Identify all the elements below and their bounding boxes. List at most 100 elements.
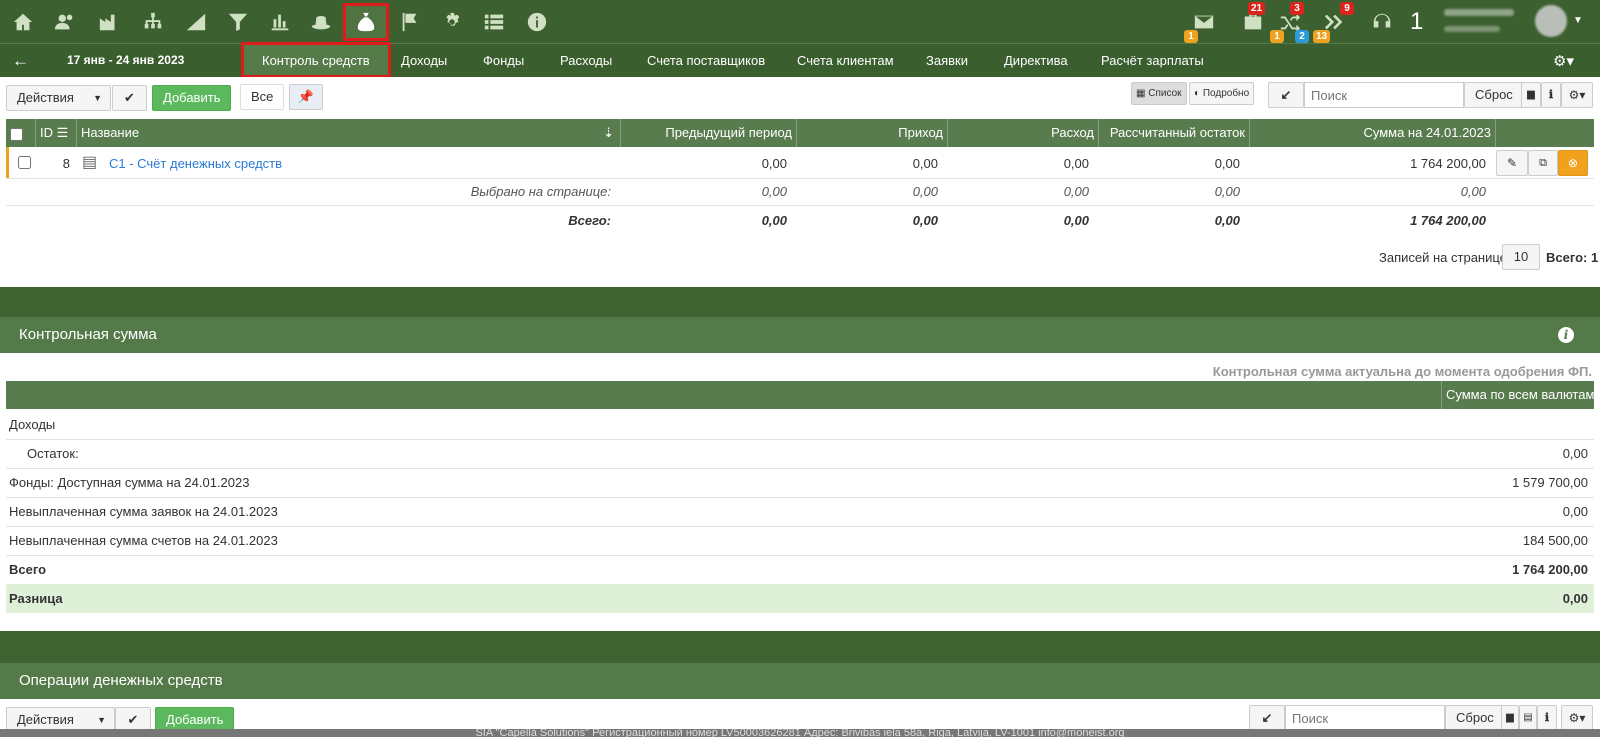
row-divider (6, 468, 1594, 469)
row-income: 0,00 (912, 156, 938, 171)
tab-requests[interactable]: Заявки (926, 44, 968, 77)
selected-calc: 0,00 (1214, 184, 1240, 199)
cs-row-invoices-value: 184 500,00 (1522, 533, 1588, 548)
growth-chart-icon[interactable] (181, 7, 211, 37)
check-icon[interactable]: ✔ (112, 85, 147, 111)
th-name-label: Название (81, 125, 140, 140)
ops-print-icon[interactable]: ▆ (1501, 705, 1519, 731)
avatar[interactable] (1535, 5, 1567, 37)
mail-badge: 1 (1184, 30, 1198, 43)
selected-prev: 0,00 (761, 184, 787, 199)
delete-icon[interactable]: ⊗ (1558, 150, 1588, 176)
briefcase-badge-top: 21 (1248, 2, 1266, 15)
ops-search-input[interactable] (1285, 705, 1445, 731)
tab-supplier-invoices[interactable]: Счета поставщиков (647, 44, 765, 77)
th-id[interactable]: ID ☰ (36, 119, 77, 147)
difference-row (6, 584, 1594, 613)
headset-icon[interactable] (1367, 7, 1397, 37)
print-icon[interactable]: ▆ (1521, 82, 1541, 108)
gear-icon[interactable] (437, 7, 467, 37)
control-sum-note: Контрольная сумма актуальна до момента о… (1212, 364, 1592, 379)
chevron-down-icon[interactable]: ▼ (1573, 15, 1583, 26)
actions-dropdown[interactable]: Действия ▼ (6, 85, 111, 111)
shuffle-badge-bottom: 2 (1295, 30, 1309, 43)
tab-expenses[interactable]: Расходы (560, 44, 612, 77)
th-prev-period[interactable]: Предыдущий период (621, 119, 797, 147)
search-input[interactable] (1304, 82, 1464, 108)
row-checkbox[interactable] (18, 156, 31, 169)
ops-actions-label: Действия (17, 712, 74, 727)
row-prev: 0,00 (761, 156, 787, 171)
hat-icon[interactable] (306, 7, 336, 37)
user-counter: 1 (1410, 8, 1424, 35)
operations-title: Операции денежных средств (19, 672, 223, 689)
select-all-checkbox[interactable] (6, 119, 36, 147)
row-divider (6, 205, 1594, 206)
view-list-label: Список (1148, 88, 1182, 99)
cs-row-difference-label: Разница (9, 591, 63, 606)
table-settings-icon[interactable]: ⚙▾ (1561, 82, 1593, 108)
th-actions (1496, 119, 1594, 147)
tab-payroll[interactable]: Расчёт зарплаты (1101, 44, 1204, 77)
home-icon[interactable] (8, 7, 38, 37)
row-calc: 0,00 (1214, 156, 1240, 171)
filter-icon[interactable] (223, 7, 253, 37)
control-sum-info-icon[interactable]: i (1558, 327, 1574, 343)
per-page-label: Записей на странице (1379, 250, 1507, 265)
reset-button[interactable]: Сброс (1464, 82, 1524, 108)
cs-row-total-label: Всего (9, 562, 47, 577)
edit-icon[interactable]: ✎ (1496, 150, 1528, 176)
flag-icon[interactable] (395, 7, 425, 37)
info-icon[interactable] (522, 7, 552, 37)
back-arrow-icon[interactable]: ← (12, 51, 29, 71)
cs-row-difference-value: 0,00 (1562, 591, 1588, 606)
th-income[interactable]: Приход (797, 119, 948, 147)
cs-row-invoices-label: Невыплаченная сумма счетов на 24.01.2023 (9, 533, 278, 548)
total-calc: 0,00 (1214, 213, 1240, 228)
row-account-link[interactable]: C1 - Счёт денежных средств (109, 156, 282, 171)
copy-icon[interactable]: ⧉ (1528, 150, 1558, 176)
user-name-blurred[interactable] (1444, 9, 1514, 16)
tab-funds-control[interactable]: Контроль средств (241, 42, 391, 78)
th-calculated-balance[interactable]: Рассчитанный остаток (1099, 119, 1250, 147)
money-bag-icon[interactable] (343, 3, 389, 41)
control-sum-table-header: Сумма по всем валютам (6, 381, 1594, 409)
collapse-arrow-icon[interactable]: ↙ (1268, 82, 1304, 108)
ops-reset-button[interactable]: Сброс (1445, 705, 1505, 731)
forward-badge-top: 9 (1340, 2, 1354, 15)
th-sum-date[interactable]: Сумма на 24.01.2023 (1250, 119, 1496, 147)
view-detail-button[interactable]: ◐ Подробно (1189, 82, 1255, 105)
per-page-select[interactable]: 10 (1502, 244, 1540, 270)
th-id-label: ID (40, 125, 53, 140)
total-income: 0,00 (912, 213, 938, 228)
tab-funds[interactable]: Фонды (483, 44, 524, 77)
total-count: Всего: 1 (1546, 250, 1599, 265)
ops-info-icon[interactable]: ℹ (1537, 705, 1557, 731)
ops-export-icon[interactable]: ▤ (1519, 705, 1537, 731)
ops-collapse-arrow-icon[interactable]: ↙ (1249, 705, 1285, 731)
list-icon[interactable] (479, 7, 509, 37)
th-name[interactable]: Название ⇣ (77, 119, 621, 147)
factory-icon[interactable] (94, 7, 124, 37)
ops-settings-icon[interactable]: ⚙▾ (1561, 705, 1593, 731)
th-expense[interactable]: Расход (948, 119, 1099, 147)
info-small-icon[interactable]: ℹ (1541, 82, 1561, 108)
hierarchy-icon[interactable] (138, 7, 168, 37)
pin-icon[interactable]: 📌 (289, 84, 323, 110)
total-expense: 0,00 (1063, 213, 1089, 228)
view-detail-label: Подробно (1202, 88, 1250, 99)
row-expense: 0,00 (1063, 156, 1089, 171)
view-list-button[interactable]: ▦ Список (1131, 82, 1187, 105)
settings-gear-icon[interactable]: ⚙▾ (1553, 52, 1574, 70)
tab-client-invoices[interactable]: Счета клиентам (797, 44, 894, 77)
tab-directive[interactable]: Директива (1004, 44, 1068, 77)
control-sum-header: Контрольная сумма (0, 317, 1600, 353)
bar-chart-icon[interactable] (265, 7, 295, 37)
users-icon[interactable] (50, 7, 80, 37)
date-range[interactable]: 17 янв - 24 янв 2023 (67, 44, 184, 77)
tab-income[interactable]: Доходы (401, 44, 447, 77)
control-sum-title: Контрольная сумма (19, 326, 157, 343)
filter-all-button[interactable]: Все (240, 84, 285, 110)
add-button[interactable]: Добавить (152, 85, 232, 111)
module-nav: ← 17 янв - 24 янв 2023 Контроль средств … (0, 42, 1600, 78)
